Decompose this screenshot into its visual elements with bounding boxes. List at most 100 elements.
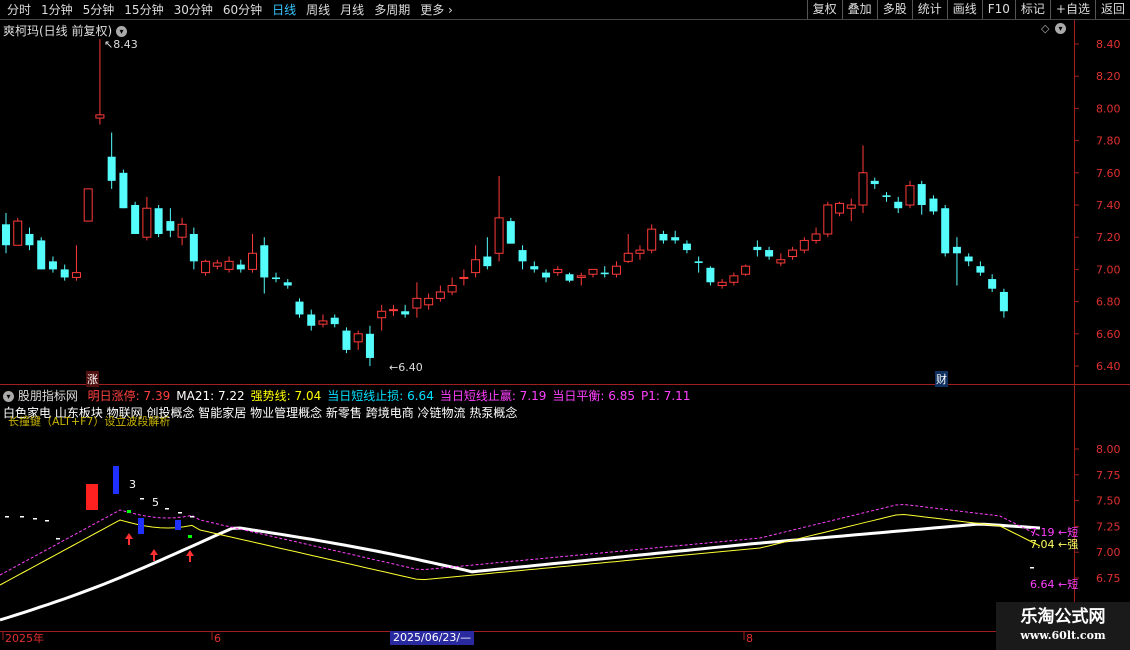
candle-body — [647, 228, 657, 251]
signal-bar-red — [86, 484, 98, 510]
shortcut-hint: 长撞键（ALT+F7）设立波段解析 — [8, 415, 171, 428]
period-tab-3[interactable]: 15分钟 — [119, 2, 168, 18]
low-price-label: ←6.40 — [389, 361, 423, 374]
candle-body — [823, 204, 833, 235]
candle-body — [600, 272, 609, 275]
candle-body — [142, 207, 152, 238]
watermark-logo: 乐淘公式网 www.60lt.com — [996, 602, 1130, 650]
period-tab-1[interactable]: 1分钟 — [36, 2, 78, 18]
candle-body — [83, 188, 93, 222]
period-tab-0[interactable]: 分时 — [2, 2, 36, 18]
buy-arrow — [186, 550, 194, 562]
candle-body — [717, 281, 727, 286]
toolbar-button-6[interactable]: 标记 — [1014, 0, 1050, 19]
legend-item-5: 当日平衡: 6.85 — [552, 389, 635, 403]
cai-marker[interactable]: 财 — [935, 371, 948, 387]
candle-body — [870, 180, 879, 185]
zhang-marker[interactable]: 涨 — [86, 371, 99, 387]
candle-body — [846, 204, 856, 209]
candle-body — [2, 224, 10, 246]
toolbar-button-8[interactable]: 返回 — [1094, 0, 1130, 19]
dot-marker — [45, 520, 49, 522]
candle-body — [530, 266, 539, 270]
period-tab-7[interactable]: 周线 — [301, 2, 335, 18]
toolbar-button-0[interactable]: 复权 — [806, 0, 842, 19]
candle-body — [483, 256, 492, 267]
period-tab-6[interactable]: 日线 — [267, 2, 301, 18]
y-tick-label: 6.60 — [1096, 328, 1121, 341]
period-tab-9[interactable]: 多周期 — [369, 2, 415, 18]
candle-body — [741, 265, 751, 275]
candle-body — [401, 311, 410, 315]
y-tick-label: 6.80 — [1096, 296, 1121, 309]
candle-body — [459, 276, 469, 279]
candle-body — [71, 272, 81, 278]
period-tab-10[interactable]: 更多 › — [415, 2, 458, 18]
legend-item-2: 强势线: 7.04 — [250, 389, 322, 403]
y-tick-label: 8.20 — [1096, 70, 1121, 83]
period-tab-5[interactable]: 60分钟 — [218, 2, 267, 18]
chevron-down-icon[interactable]: ▾ — [116, 26, 128, 37]
candle-body — [119, 172, 128, 209]
toolbar-button-5[interactable]: F10 — [981, 0, 1015, 19]
candle-body — [95, 114, 105, 119]
buy-arrow — [125, 533, 133, 545]
candle-body — [929, 198, 938, 212]
candle-body — [964, 256, 973, 262]
y-tick-label: 7.20 — [1096, 231, 1121, 244]
candle-body — [542, 272, 551, 278]
indicator-legend: ▾ 股朋指标网 明日涨停: 7.39 MA21: 7.22 强势线: 7.04 当日短… — [3, 387, 696, 404]
candle-body — [377, 310, 387, 319]
candle-body — [318, 320, 328, 325]
candle-body — [412, 297, 422, 309]
toolbar-button-1[interactable]: 叠加 — [841, 0, 877, 19]
toolbar-button-4[interactable]: 画线 — [946, 0, 982, 19]
y-tick-label: 7.00 — [1096, 546, 1121, 559]
chevron-circle-icon[interactable]: ▾ — [1055, 21, 1066, 35]
buy-arrow — [150, 549, 158, 561]
wave-number-3: 3 — [129, 478, 136, 491]
indicator-name: 股朋指标网 — [17, 389, 78, 403]
signal-bar-blue — [138, 518, 144, 534]
toolbar-button-3[interactable]: 统计 — [911, 0, 947, 19]
right-value-label: 7.04 ←强 — [1030, 538, 1079, 551]
candle-body — [435, 291, 445, 299]
chevron-down-icon[interactable]: ▾ — [3, 391, 14, 402]
candle-body — [447, 285, 457, 293]
dot-marker — [1030, 567, 1034, 569]
candle-body — [941, 208, 950, 254]
x-axis-labels: 2025年 6 8 — [2, 631, 753, 645]
period-tab-8[interactable]: 月线 — [335, 2, 369, 18]
wave-number-5: 5 — [152, 496, 159, 509]
period-tab-2[interactable]: 5分钟 — [78, 2, 120, 18]
candle-body — [353, 333, 363, 343]
toolbar-button-2[interactable]: 多股 — [876, 0, 912, 19]
candle-body — [835, 202, 845, 214]
legend-item-3: 当日短线止损: 6.64 — [327, 389, 434, 403]
y-tick-label: 7.50 — [1096, 495, 1121, 508]
candle-body — [48, 261, 57, 270]
y-axis-main: 8.40 8.20 8.00 7.80 7.60 7.40 7.20 7.00 6.80 6.60… — [1074, 38, 1121, 373]
candle-body — [917, 184, 926, 205]
ma21-line — [0, 522, 1041, 622]
diamond-icon[interactable]: ◇ — [1041, 22, 1049, 35]
candle-body — [248, 252, 258, 270]
candle-body — [576, 275, 586, 278]
toolbar-button-7[interactable]: +自选 — [1049, 0, 1095, 19]
x-tick-label: 6 — [214, 632, 221, 645]
dot-marker — [56, 538, 60, 540]
period-toolbar: 分时 1分钟 5分钟 15分钟 30分钟 60分钟 日线 周线 月线 多周期 更多 › 复权 叠加 多股… — [0, 0, 1130, 20]
y-tick-label: 7.80 — [1096, 135, 1121, 148]
period-tab-4[interactable]: 30分钟 — [169, 2, 218, 18]
y-tick-label: 8.40 — [1096, 38, 1121, 51]
candle-body — [988, 279, 997, 289]
candle-body — [588, 268, 598, 275]
cursor-date: 2025/06/23/— — [390, 631, 475, 645]
candle-body — [25, 233, 34, 246]
candle-body — [894, 201, 903, 209]
candle-body — [388, 309, 398, 312]
candle-body — [811, 233, 821, 241]
legend-item-4: 当日短线止赢: 7.19 — [439, 389, 547, 403]
candle-body — [659, 233, 668, 241]
candle-body — [565, 274, 574, 281]
